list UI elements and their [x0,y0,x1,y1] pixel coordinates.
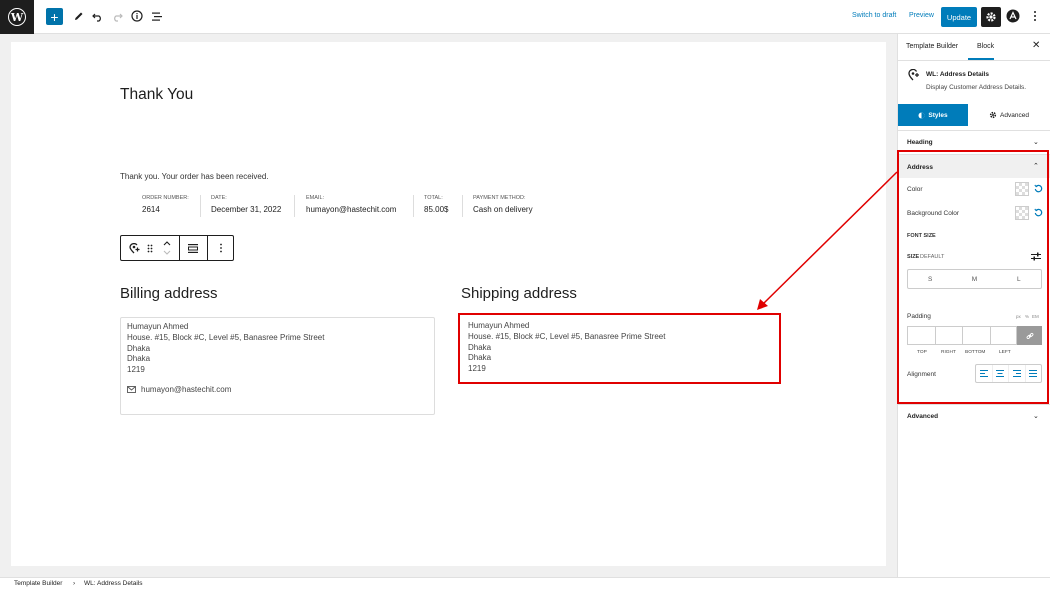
billing-address-box: Humayun Ahmed House. #15, Block #C, Leve… [120,317,435,415]
update-button[interactable]: Update [941,7,977,27]
advanced-panel-title: Advanced [907,413,939,420]
shipping-highlight-box [458,313,781,384]
order-payment-method: PAYMENT METHOD: Cash on delivery [473,195,533,214]
move-up-down-icon[interactable] [161,236,173,260]
astra-icon[interactable] [1005,8,1021,24]
order-email-value: humayon@hastechit.com [306,205,397,214]
block-name: WL: Address Details [926,71,989,78]
order-email: EMAIL: humayon@hastechit.com [306,195,396,214]
order-total-label: TOTAL: [424,195,443,201]
billing-street: House. #15, Block #C, Level #5, Banasree… [127,332,325,342]
drag-handle-icon[interactable] [145,236,155,260]
divider [413,195,414,217]
billing-name: Humayun Ahmed [127,322,189,331]
block-type-icon[interactable] [127,236,141,260]
style-tabs: Styles Advanced [898,104,1050,126]
order-email-label: EMAIL: [306,195,325,201]
active-tab-indicator [968,58,994,60]
order-total-value: 85.00$ [424,205,449,214]
billing-state: Dhaka [127,354,151,364]
order-total: TOTAL: 85.00$ [424,195,448,214]
chevron-right-icon: › [73,580,76,587]
block-options-icon[interactable] [211,236,231,260]
heading-panel-title: Heading [907,139,933,146]
gear-icon [986,12,996,22]
address-panel-highlight-box [897,150,1049,404]
more-options-icon[interactable] [1027,8,1043,24]
styles-icon [918,112,925,118]
details-info-icon[interactable] [129,8,145,24]
wordpress-logo[interactable]: W [0,0,34,34]
close-icon[interactable]: ✕ [1032,40,1040,51]
advanced-panel-toggle[interactable]: Advanced ⌄ [898,404,1050,428]
divider [462,195,463,217]
switch-to-draft-button[interactable]: Switch to draft [852,12,896,19]
breadcrumb-address-details[interactable]: WL: Address Details [84,580,143,587]
tab-advanced[interactable]: Advanced [974,104,1044,126]
block-breadcrumb: Template Builder › WL: Address Details [0,577,1050,590]
billing-email: humayon@hastechit.com [127,385,428,394]
order-number: ORDER NUMBER: 2614 [142,195,189,214]
shipping-heading: Shipping address [461,285,577,302]
editor-canvas [11,42,886,566]
divider [294,195,295,217]
order-number-value: 2614 [142,205,160,214]
breadcrumb-template-builder[interactable]: Template Builder [14,580,62,587]
list-view-icon[interactable] [149,8,165,24]
preview-button[interactable]: Preview [909,12,934,19]
address-block-icon [908,69,919,81]
billing-heading: Billing address [120,285,218,302]
order-number-label: ORDER NUMBER: [142,195,189,201]
payment-method-value: Cash on delivery [473,205,533,214]
envelope-icon [127,386,136,393]
order-date-value: December 31, 2022 [211,205,282,214]
add-block-button[interactable]: + [46,8,63,25]
tools-pencil-icon[interactable] [70,8,86,24]
payment-method-label: PAYMENT METHOD: [473,195,526,201]
top-toolbar: W + Switch to draft Preview Update [0,0,1050,34]
block-description: Display Customer Address Details. [926,84,1027,91]
chevron-down-icon: ⌄ [1033,139,1039,146]
billing-email-text: humayon@hastechit.com [141,384,232,394]
tab-styles[interactable]: Styles [898,104,968,126]
divider [200,195,201,217]
gear-icon [989,111,997,119]
page-title[interactable]: Thank You [120,86,193,104]
wordpress-icon: W [8,8,26,26]
sidebar-tabs: Template Builder Block ✕ [898,34,1050,61]
divider [179,236,180,260]
billing-city: Dhaka [127,343,151,353]
tab-styles-label: Styles [928,111,948,119]
order-date-label: DATE: [211,195,227,201]
settings-button[interactable] [981,7,1001,27]
undo-icon[interactable] [89,8,105,24]
order-date: DATE: December 31, 2022 [211,195,281,214]
tab-template-builder[interactable]: Template Builder [906,43,958,50]
tab-advanced-label: Advanced [1000,111,1029,119]
align-wide-icon[interactable] [183,236,203,260]
tab-block[interactable]: Block [977,43,994,50]
block-toolbar [120,235,234,261]
redo-icon[interactable] [109,8,125,24]
chevron-down-icon: ⌄ [1033,413,1039,420]
order-received-text: Thank you. Your order has been received. [120,172,269,181]
divider [207,236,208,260]
billing-postcode: 1219 [127,365,145,375]
